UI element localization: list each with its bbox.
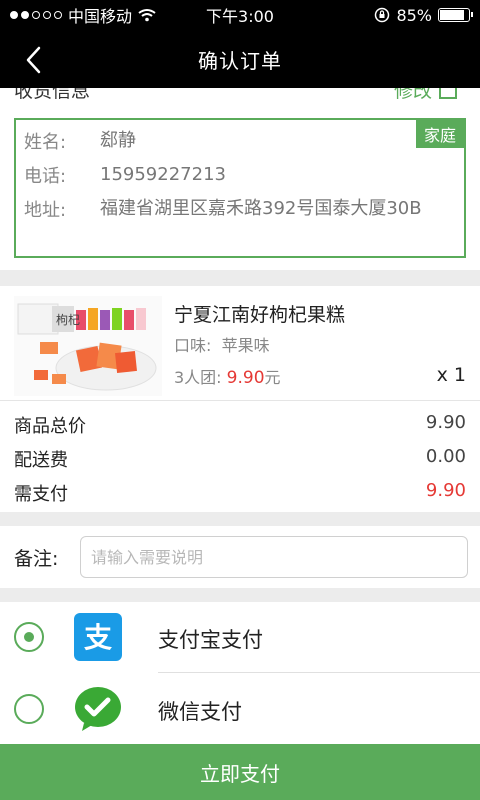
flavor-label: 口味: <box>174 336 212 355</box>
battery-percent: 85% <box>396 5 432 25</box>
group-label: 3人团: <box>174 368 222 387</box>
product-thumb-text: 枸杞 <box>56 312 80 327</box>
alipay-label: 支付宝支付 <box>158 628 263 652</box>
wifi-icon <box>138 9 156 22</box>
product-quantity: x 1 <box>436 364 466 386</box>
page-title: 确认订单 <box>198 48 282 73</box>
orientation-lock-icon <box>375 7 390 23</box>
shipping-fee-row: 配送费 0.00 <box>14 446 466 472</box>
flavor-value: 苹果味 <box>221 336 270 355</box>
nav-bar: 确认订单 <box>0 30 480 88</box>
carrier-name: 中国移动 <box>68 7 133 26</box>
wechat-label: 微信支付 <box>158 700 242 724</box>
name-row: 姓名: 郄静 <box>24 128 460 154</box>
payment-option-alipay[interactable]: 支 支付宝支付 <box>0 602 480 673</box>
shipping-fee-value: 0.00 <box>425 446 466 467</box>
note-section: 备注: <box>0 526 480 588</box>
address-row: 地址: 福建省湖里区嘉禾路392号国泰大厦30B <box>24 196 460 222</box>
pay-now-button[interactable]: 立即支付 <box>0 744 480 800</box>
wechat-pay-icon <box>75 687 121 731</box>
shipping-info-heading: 收货信息 <box>14 88 91 102</box>
divider <box>0 400 480 401</box>
divider <box>158 672 480 673</box>
product-name: 宁夏江南好枸杞果糕 <box>174 304 346 326</box>
back-button[interactable] <box>18 42 48 78</box>
edit-address-button[interactable]: 修改 <box>394 88 458 103</box>
alipay-icon: 支 <box>74 613 122 661</box>
group-price-value: 9.90 <box>226 368 265 388</box>
price-unit: 元 <box>264 368 281 387</box>
signal-icon <box>10 11 62 19</box>
top-bar: 中国移动 下午3:00 85% 确认订单 <box>0 0 480 88</box>
order-item-section: 枸杞 宁夏江南好枸杞果糕 口味: 苹果味 3人团: 9.90元 x 1 商品总价… <box>0 286 480 512</box>
shipping-fee-label: 配送费 <box>14 450 68 471</box>
note-input[interactable] <box>80 536 468 578</box>
payment-option-wechat[interactable]: 微信支付 <box>0 674 480 744</box>
edit-icon <box>439 88 457 99</box>
recipient-address: 福建省湖里区嘉禾路392号国泰大厦30B <box>100 198 422 219</box>
payable-value: 9.90 <box>425 480 466 501</box>
goods-total-value: 9.90 <box>425 412 466 433</box>
status-bar: 中国移动 下午3:00 85% <box>0 0 480 30</box>
payable-label: 需支付 <box>14 484 68 505</box>
note-label: 备注: <box>14 548 59 570</box>
battery-icon <box>438 8 473 22</box>
product-flavor: 口味: 苹果味 <box>174 332 270 356</box>
phone-row: 电话: 15959227213 <box>24 162 460 188</box>
chevron-left-icon <box>26 46 41 74</box>
goods-total-label: 商品总价 <box>14 416 86 437</box>
group-price: 3人团: 9.90元 <box>174 364 281 388</box>
payment-methods: 支 支付宝支付 微信支付 <box>0 602 480 744</box>
edit-label: 修改 <box>393 88 432 102</box>
payable-row: 需支付 9.90 <box>14 480 466 506</box>
name-label: 姓名: <box>24 132 67 153</box>
alipay-radio[interactable] <box>14 622 44 652</box>
shipping-info-section: 收货信息 修改 家庭 姓名: 郄静 电话: 15959227213 地址: 福建… <box>0 88 480 270</box>
address-label: 地址: <box>24 200 67 221</box>
address-card[interactable]: 家庭 姓名: 郄静 电话: 15959227213 地址: 福建省湖里区嘉禾路3… <box>14 118 466 258</box>
alipay-icon-glyph: 支 <box>84 621 112 654</box>
phone-label: 电话: <box>24 166 67 187</box>
product-thumbnail: 枸杞 <box>14 296 162 396</box>
goods-total-row: 商品总价 9.90 <box>14 412 466 438</box>
recipient-name: 郄静 <box>100 130 136 151</box>
recipient-phone: 15959227213 <box>100 164 226 185</box>
wechat-radio[interactable] <box>14 694 44 724</box>
